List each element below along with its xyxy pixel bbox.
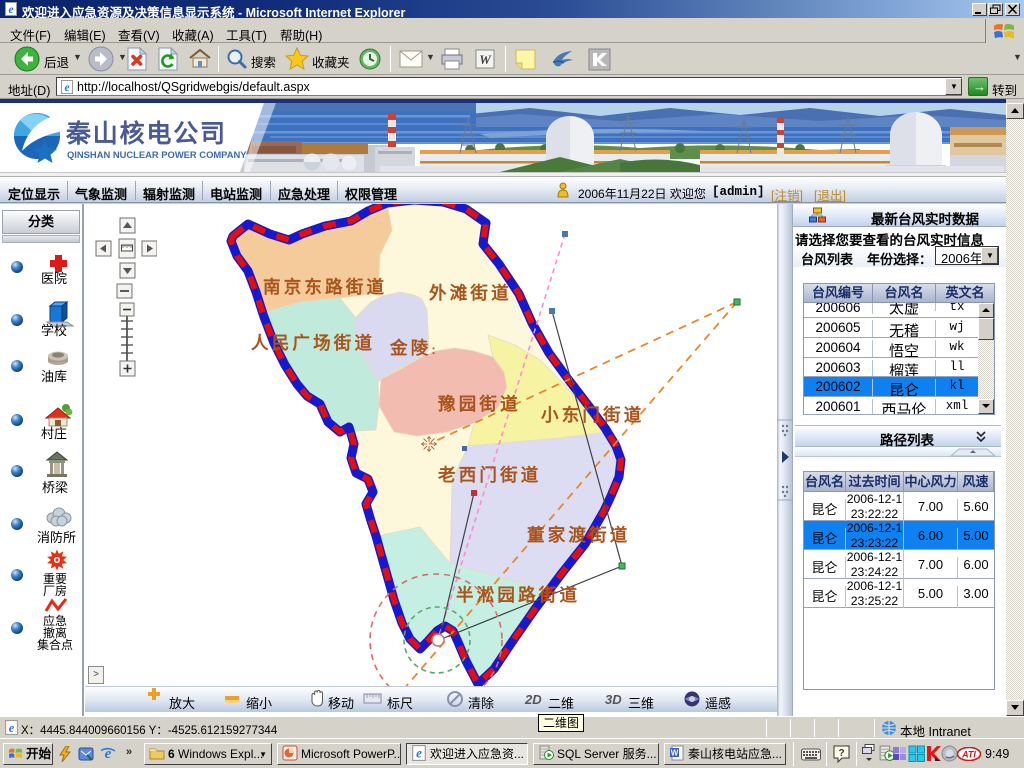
svg-text:人民广场街道: 人民广场街道 bbox=[251, 333, 375, 353]
svg-text:W: W bbox=[671, 749, 679, 758]
svg-text:e: e bbox=[8, 4, 13, 16]
svg-text:e: e bbox=[416, 746, 422, 761]
svg-text:e: e bbox=[9, 721, 15, 735]
svg-text:2D: 2D bbox=[524, 692, 542, 707]
svg-text:W: W bbox=[479, 52, 492, 67]
svg-text:董家渡街道: 董家渡街道 bbox=[527, 525, 631, 545]
svg-text:南京东路街道: 南京东路街道 bbox=[263, 277, 387, 297]
svg-text:半淞园路街道: 半淞园路街道 bbox=[456, 585, 580, 605]
svg-text:老西门街道: 老西门街道 bbox=[437, 465, 542, 485]
svg-text:外滩街道: 外滩街道 bbox=[429, 283, 512, 303]
svg-text:3D: 3D bbox=[605, 692, 622, 707]
svg-text:豫园街道: 豫园街道 bbox=[438, 394, 521, 414]
svg-text:QINSHAN NUCLEAR POWER COMPANY: QINSHAN NUCLEAR POWER COMPANY bbox=[67, 149, 247, 160]
svg-text:小东门街道: 小东门街道 bbox=[541, 405, 645, 425]
svg-text:ATI: ATI bbox=[961, 750, 976, 760]
svg-text:秦山核电公司: 秦山核电公司 bbox=[65, 119, 227, 148]
svg-text:e: e bbox=[64, 82, 69, 94]
svg-text:?: ? bbox=[838, 748, 844, 759]
